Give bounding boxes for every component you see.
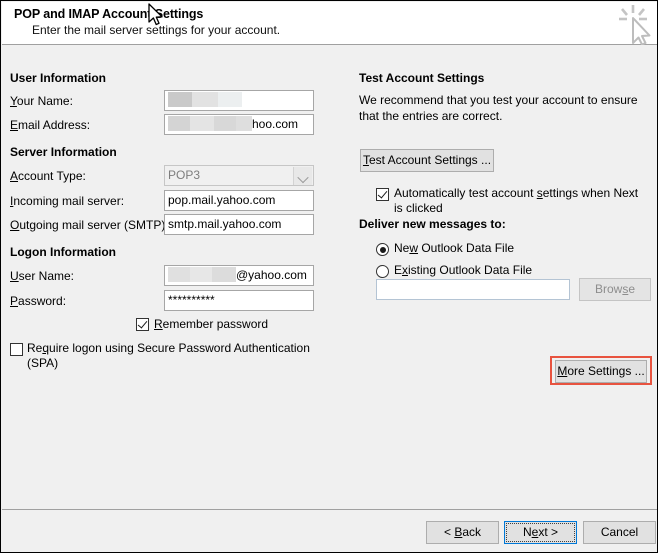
account-type-select[interactable]: POP3: [164, 165, 314, 186]
email-address-label: Email Address:: [10, 118, 91, 132]
next-button[interactable]: Next >: [504, 521, 577, 544]
page-subtitle: Enter the mail server settings for your …: [32, 23, 281, 37]
cancel-button[interactable]: Cancel: [583, 521, 656, 544]
your-name-label: Your Name:: [10, 94, 73, 108]
require-spa-label[interactable]: Require logon using Secure Password Auth…: [27, 341, 317, 371]
auto-test-label[interactable]: Automatically test account settings when…: [394, 186, 644, 216]
user-name-label: User Name:: [10, 269, 75, 283]
browse-button[interactable]: Browse: [579, 278, 651, 301]
pop-imap-account-settings-dialog: POP and IMAP Account Settings Enter the …: [0, 0, 658, 553]
back-button[interactable]: < Back: [426, 521, 499, 544]
user-name-input[interactable]: @yahoo.com: [164, 265, 314, 286]
section-user-information: User Information: [10, 71, 107, 85]
dialog-header: POP and IMAP Account Settings Enter the …: [2, 2, 657, 45]
auto-test-checkbox[interactable]: [376, 188, 389, 201]
outgoing-mail-server-input[interactable]: smtp.mail.yahoo.com: [164, 214, 314, 235]
more-settings-button[interactable]: More Settings ...: [555, 360, 647, 383]
radio-new-outlook-data-file-label[interactable]: New Outlook Data File: [394, 241, 514, 255]
require-spa-label-line2: (SPA): [27, 356, 59, 370]
outgoing-mail-server-value: smtp.mail.yahoo.com: [168, 217, 282, 231]
account-type-value: POP3: [168, 168, 201, 182]
cursor-click-watermark-icon: [619, 5, 651, 45]
section-test-account-settings: Test Account Settings: [359, 71, 485, 85]
section-server-information: Server Information: [10, 145, 117, 159]
deliver-new-messages-label: Deliver new messages to:: [359, 217, 506, 231]
test-account-description: We recommend that you test your account …: [359, 93, 638, 123]
dialog-body: User Information Your Name: Email Addres…: [2, 45, 657, 508]
radio-existing-outlook-data-file[interactable]: [376, 265, 389, 278]
auto-test-label-line2: is clicked: [394, 201, 443, 215]
user-name-value: @yahoo.com: [236, 268, 307, 282]
your-name-input[interactable]: [164, 90, 314, 111]
password-value: **********: [168, 293, 215, 307]
email-address-input[interactable]: hoo.com: [164, 114, 314, 135]
radio-existing-outlook-data-file-label[interactable]: Existing Outlook Data File: [394, 263, 532, 277]
password-label: Password:: [10, 294, 67, 308]
section-logon-information: Logon Information: [10, 245, 116, 259]
account-type-label: Account Type:: [10, 169, 86, 183]
remember-password-label[interactable]: Remember password: [154, 317, 268, 331]
remember-password-checkbox[interactable]: [136, 318, 149, 331]
chevron-down-icon[interactable]: [293, 167, 312, 185]
require-spa-checkbox[interactable]: [10, 343, 23, 356]
incoming-mail-server-value: pop.mail.yahoo.com: [168, 193, 276, 207]
password-input[interactable]: **********: [164, 290, 314, 311]
email-address-value: hoo.com: [252, 117, 299, 131]
radio-new-outlook-data-file[interactable]: [376, 243, 389, 256]
existing-data-file-path-input[interactable]: [376, 279, 570, 300]
dialog-footer: < Back Next > Cancel: [2, 509, 657, 552]
incoming-mail-server-input[interactable]: pop.mail.yahoo.com: [164, 190, 314, 211]
page-title: POP and IMAP Account Settings: [14, 7, 204, 21]
incoming-mail-server-label: Incoming mail server:: [10, 194, 125, 208]
outgoing-mail-server-label: Outgoing mail server (SMTP):: [10, 218, 169, 232]
test-account-settings-button[interactable]: Test Account Settings ...: [360, 149, 494, 172]
